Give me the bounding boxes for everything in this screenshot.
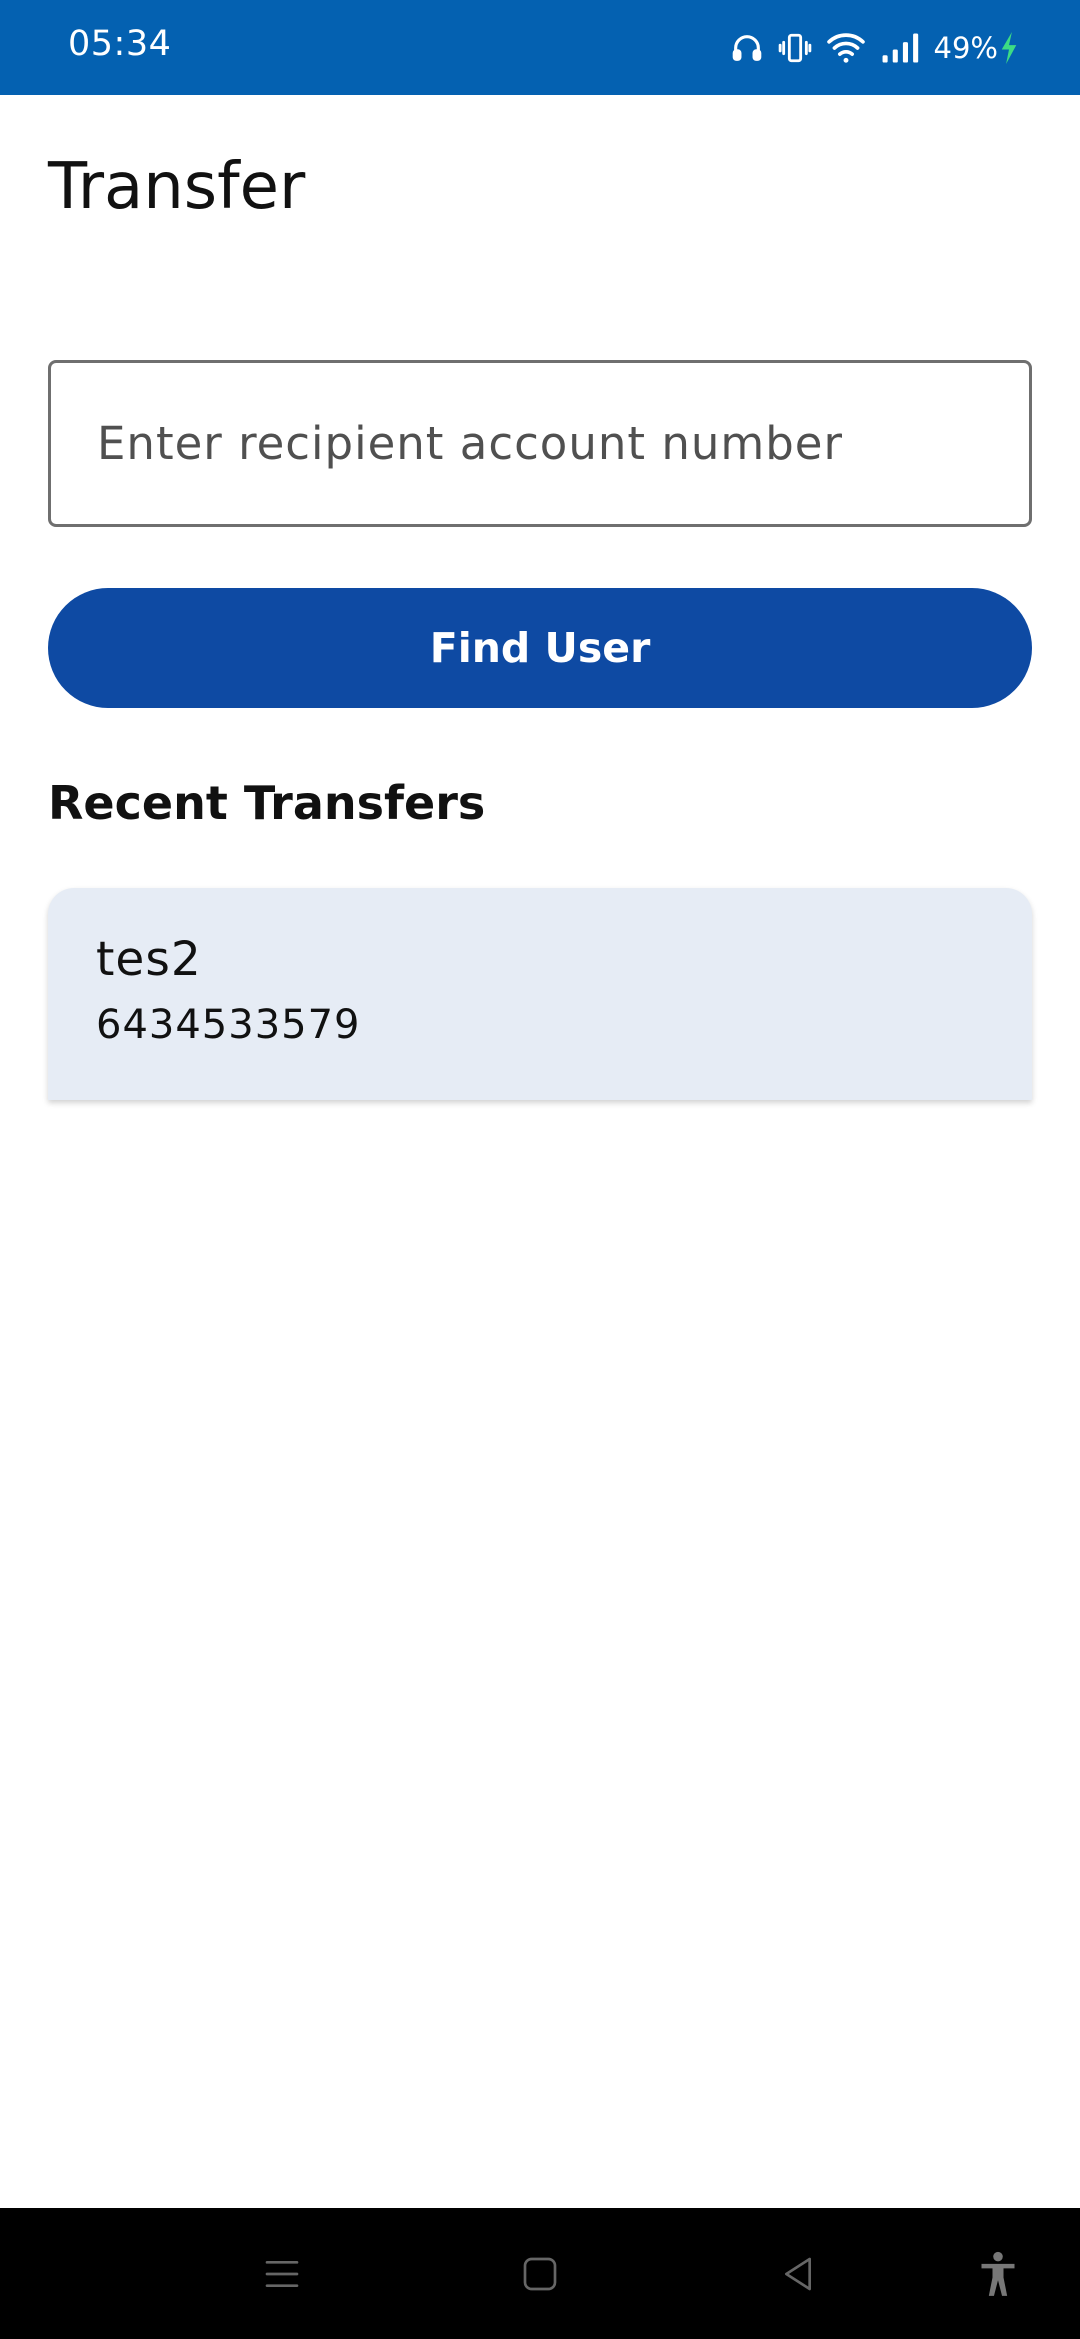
menu-icon[interactable] [252, 2246, 312, 2302]
page-title: Transfer [48, 150, 306, 224]
status-time: 05:34 [68, 24, 172, 64]
find-user-button[interactable]: Find User [48, 588, 1032, 708]
wifi-icon [826, 31, 866, 65]
battery-charging-icon [1000, 32, 1018, 64]
recent-transfers-header: Recent Transfers [48, 776, 486, 830]
battery-percent: 49% [933, 31, 998, 65]
vibrate-icon [778, 31, 812, 65]
signal-icon [880, 32, 920, 64]
recent-transfer-item[interactable]: tes2 6434533579 [48, 888, 1032, 1100]
status-bar: 05:34 49% [0, 0, 1080, 95]
system-navigation-bar [0, 2208, 1080, 2339]
status-icons: 49% [730, 26, 1018, 70]
home-icon[interactable] [510, 2246, 570, 2302]
back-icon[interactable] [768, 2246, 828, 2302]
recipient-name: tes2 [96, 932, 202, 987]
recipient-account-input[interactable] [48, 360, 1032, 527]
transfer-screen: 05:34 49% Transfer Enter recipient accou… [0, 0, 1080, 2339]
headset-icon [730, 31, 764, 65]
recipient-account-number: 6434533579 [96, 1002, 361, 1048]
accessibility-icon[interactable] [968, 2246, 1028, 2302]
